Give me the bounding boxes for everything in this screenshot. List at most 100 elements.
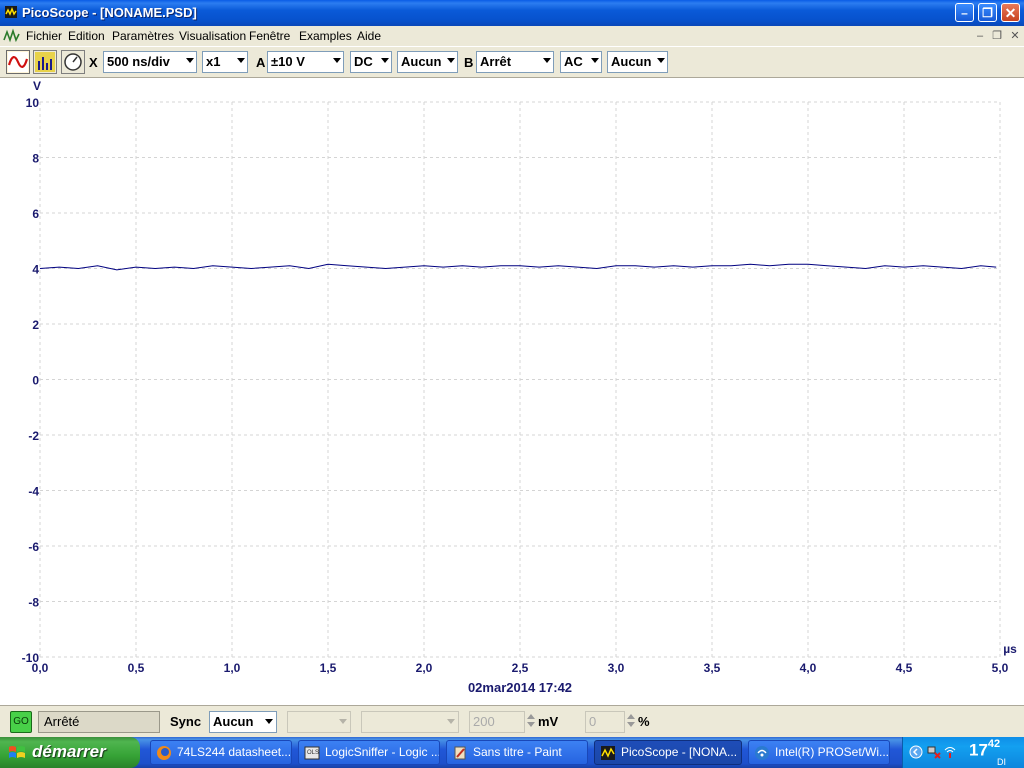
go-button[interactable]: GO	[10, 711, 32, 733]
channel-b-coupling-value: AC	[564, 54, 583, 69]
spectrum-mode-button[interactable]	[33, 50, 57, 74]
chevron-down-icon	[381, 58, 389, 63]
x-tick-label: 4,5	[896, 661, 913, 675]
y-tick-label: 10	[26, 96, 40, 110]
task-label: Intel(R) PROSet/Wi...	[775, 745, 890, 759]
trigger-channel-select[interactable]	[287, 711, 351, 733]
document-icon[interactable]	[3, 28, 21, 44]
network-disconnected-icon[interactable]	[927, 745, 941, 759]
scope-icon	[7, 52, 29, 72]
x-tick-label: 5,0	[992, 661, 1009, 675]
channel-b-range-select[interactable]: Arrêt	[476, 51, 554, 73]
trigger-level-stepper[interactable]	[525, 711, 537, 733]
menu-edition[interactable]: Edition	[68, 28, 105, 44]
child-minimize-button[interactable]: –	[972, 29, 988, 43]
chevron-down-icon	[339, 719, 347, 724]
channel-a-range-select[interactable]: ±10 V	[267, 51, 344, 73]
status-bar: GO Arrêté Sync Aucun 200 mV 0 %	[0, 705, 1024, 737]
y-tick-label: 6	[32, 207, 39, 221]
clock-minute: 42	[987, 738, 1001, 750]
windows-logo-icon	[9, 746, 25, 758]
minimize-button[interactable]: –	[955, 3, 974, 22]
task-paint[interactable]: Sans titre - Paint	[446, 740, 588, 765]
arrow-up-icon	[627, 714, 635, 719]
channel-b-option-value: Aucun	[611, 54, 652, 69]
chevron-down-icon	[591, 58, 599, 63]
channel-b-label: B	[464, 55, 474, 70]
restore-button[interactable]: ❐	[978, 3, 997, 22]
taskbar: démarrer 74LS244 datasheet... OLS LogicS…	[0, 737, 1024, 768]
spectrum-icon	[35, 52, 55, 72]
trigger-direction-select[interactable]	[361, 711, 459, 733]
system-tray: 1742 DI	[902, 737, 1024, 768]
run-status: Arrêté	[38, 711, 160, 733]
menu-fichier[interactable]: Fichier	[26, 28, 62, 44]
meter-icon	[64, 53, 82, 71]
channel-a-option-select[interactable]: Aucun	[397, 51, 458, 73]
x-tick-label: 4,0	[800, 661, 817, 675]
x-axis-ticks: 0,0 0,5 1,0 1,5 2,0 2,5 3,0 3,5 4,0 4,5 5,0	[32, 661, 1009, 675]
trigger-level-input[interactable]: 200	[469, 711, 525, 733]
channel-b-option-select[interactable]: Aucun	[607, 51, 668, 73]
channel-b-coupling-select[interactable]: AC	[560, 51, 602, 73]
clock-day: DI	[997, 757, 1006, 767]
svg-text:OLS: OLS	[307, 750, 319, 756]
y-tick-label: 0	[32, 374, 39, 388]
task-intel-proset[interactable]: Intel(R) PROSet/Wi...	[748, 740, 890, 765]
channel-a-option-value: Aucun	[401, 54, 442, 69]
y-tick-label: 2	[32, 318, 39, 332]
task-label: PicoScope - [NONA...	[621, 745, 738, 759]
x-tick-label: 1,0	[224, 661, 241, 675]
menu-fenetre[interactable]: Fenêtre	[249, 28, 290, 44]
firefox-icon	[157, 746, 171, 760]
channel-a-coupling-value: DC	[354, 54, 373, 69]
start-button[interactable]: démarrer	[0, 737, 140, 768]
x-tick-label: 2,0	[416, 661, 433, 675]
tray-expand-icon[interactable]	[909, 745, 923, 759]
child-restore-button[interactable]: ❐	[989, 29, 1005, 43]
sync-select[interactable]: Aucun	[209, 711, 277, 733]
x-tick-label: 1,5	[320, 661, 337, 675]
logicsniffer-icon: OLS	[304, 746, 320, 760]
pretrigger-unit: %	[638, 714, 650, 729]
oscilloscope-chart: V µs 02mar2014 17:42 1086420-2-4-6-8-10 …	[22, 79, 1017, 695]
meter-mode-button[interactable]	[61, 50, 85, 74]
y-tick-label: -6	[28, 540, 39, 554]
start-label: démarrer	[32, 742, 106, 761]
y-axis-ticks: 1086420-2-4-6-8-10	[22, 96, 40, 665]
y-tick-label: 4	[32, 263, 39, 277]
wireless-signal-icon[interactable]	[943, 745, 957, 759]
task-firefox[interactable]: 74LS244 datasheet...	[150, 740, 292, 765]
paint-icon	[454, 746, 466, 760]
menu-parametres[interactable]: Paramètres	[112, 28, 174, 44]
scope-mode-button[interactable]	[6, 50, 30, 74]
task-logicsniffer[interactable]: OLS LogicSniffer - Logic ...	[298, 740, 440, 765]
menu-visualisation[interactable]: Visualisation	[179, 28, 246, 44]
chevron-down-icon	[237, 58, 245, 63]
timebase-select[interactable]: 500 ns/div	[103, 51, 197, 73]
channel-a-label: A	[256, 55, 266, 70]
task-label: Sans titre - Paint	[473, 745, 562, 759]
menu-aide[interactable]: Aide	[357, 28, 381, 44]
x-label: X	[89, 55, 98, 70]
child-close-button[interactable]: ✕	[1007, 29, 1023, 43]
task-picoscope[interactable]: PicoScope - [NONA...	[594, 740, 742, 765]
chevron-down-icon	[657, 58, 665, 63]
clock-time: 1742	[969, 738, 1001, 761]
sync-label: Sync	[170, 714, 202, 729]
close-button[interactable]: ✕	[1001, 3, 1020, 22]
menu-bar: Fichier Edition Paramètres Visualisation…	[0, 26, 1024, 46]
zoom-select[interactable]: x1	[202, 51, 248, 73]
pretrigger-input[interactable]: 0	[585, 711, 625, 733]
window-title: PicoScope - [NONAME.PSD]	[22, 5, 197, 20]
pretrigger-stepper[interactable]	[625, 711, 637, 733]
channel-a-coupling-select[interactable]: DC	[350, 51, 392, 73]
chevron-down-icon	[265, 719, 273, 724]
x-tick-label: 0,0	[32, 661, 49, 675]
scope-plot-area[interactable]: V µs 02mar2014 17:42 10 8 6 4 2 0 -2 -4 -6 -8 -10 …	[0, 78, 1024, 705]
toolbar: X 500 ns/div x1 A ±10 V DC Aucun B Arrêt…	[0, 46, 1024, 78]
menu-examples[interactable]: Examples	[299, 28, 352, 44]
chart-grid	[39, 101, 1001, 658]
sync-value: Aucun	[213, 714, 254, 729]
x-tick-label: 2,5	[512, 661, 529, 675]
